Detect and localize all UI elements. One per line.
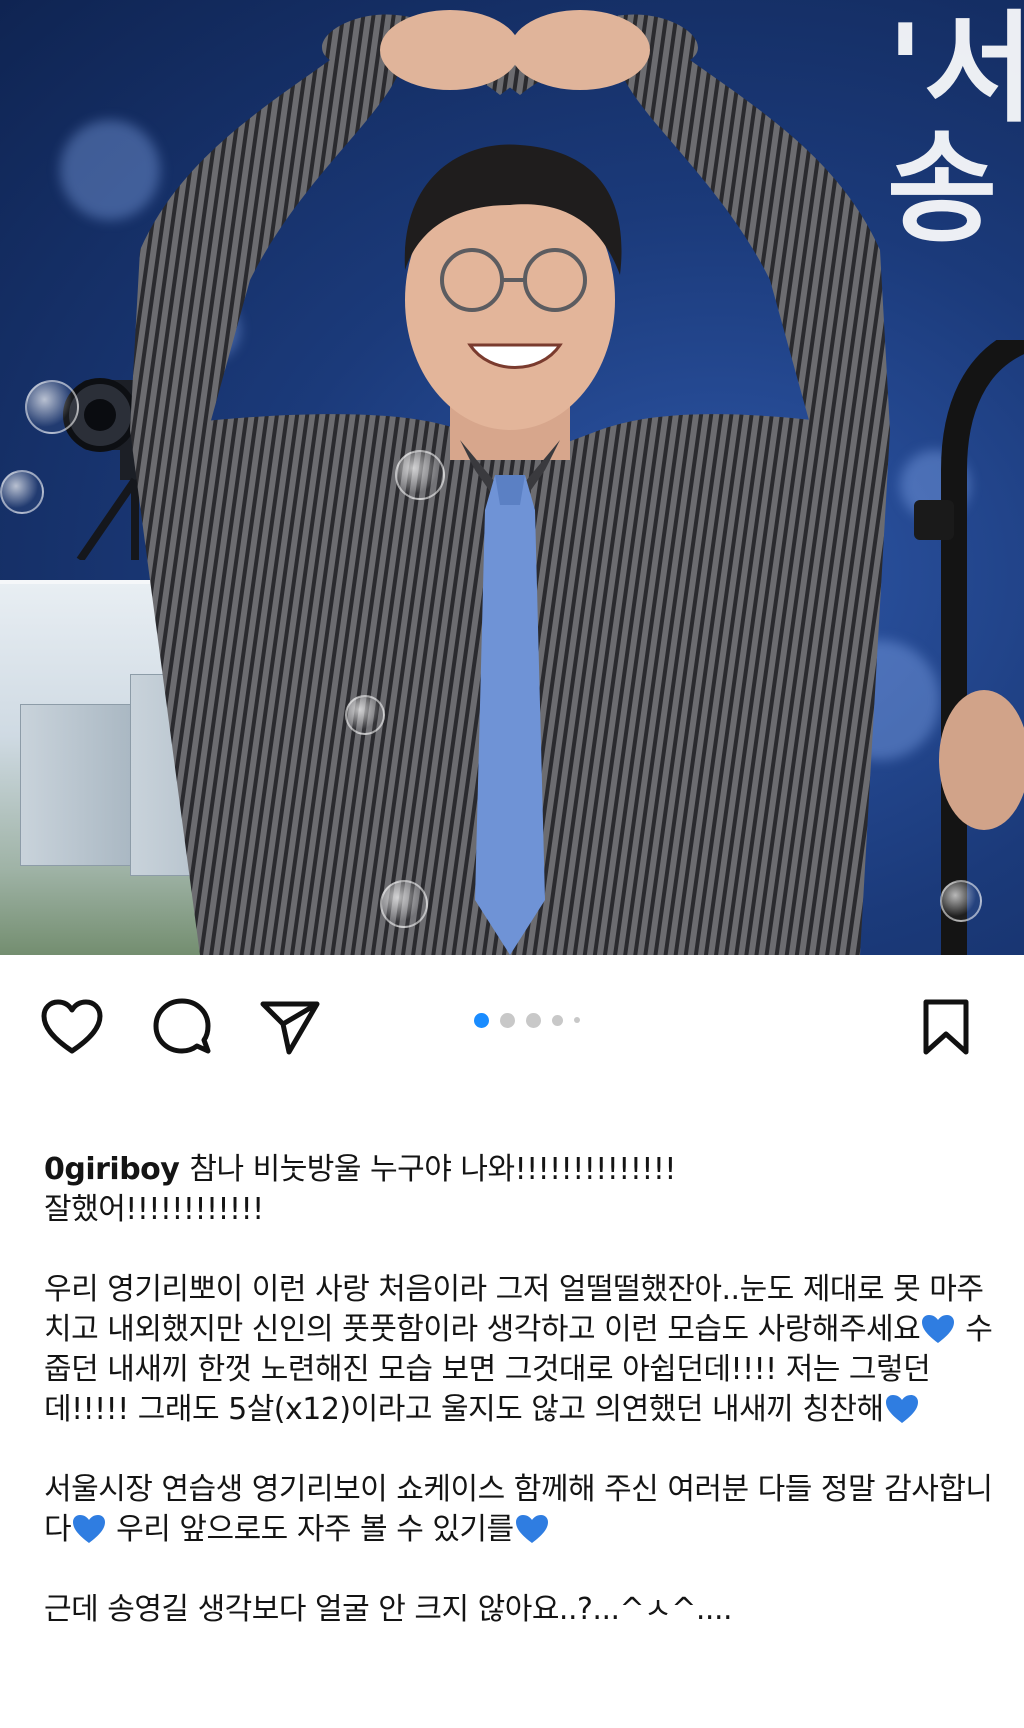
carousel-indicator [474, 1012, 580, 1028]
paper-plane-icon [260, 1001, 320, 1055]
carousel-dot [526, 1012, 541, 1028]
carousel-dot [500, 1012, 515, 1028]
caption-text: 우리 앞으로도 자주 볼 수 있기를 [107, 1512, 514, 1547]
blue-heart-icon [73, 1515, 106, 1543]
caption-text: 잘했어!!!!!!!!!!!! [44, 1192, 264, 1227]
caption-text: 우리 영기리뽀이 이런 사랑 처음이라 그저 얼떨떨했잔아..눈도 제대로 못 … [44, 1272, 984, 1347]
username-link[interactable]: 0giriboy [44, 1152, 180, 1187]
like-button[interactable] [38, 993, 106, 1061]
soap-bubble [0, 470, 44, 514]
soap-bubble [940, 880, 982, 922]
share-button[interactable] [256, 993, 324, 1061]
caption-paragraph: 근데 송영길 생각보다 얼굴 안 크지 않아요..?...^ㅅ^.... [44, 1590, 994, 1630]
caption-paragraph: 0giriboy 참나 비눗방울 누구야 나와!!!!!!!!!!!!!! 잘했어… [44, 1150, 994, 1230]
soap-bubble [395, 450, 445, 500]
carousel-dot-active [474, 1012, 489, 1028]
caption-paragraph: 우리 영기리뽀이 이런 사랑 처음이라 그저 얼떨떨했잔아..눈도 제대로 못 … [44, 1270, 994, 1430]
post-photo[interactable]: '서 송 [0, 0, 1024, 955]
soap-bubble [380, 880, 428, 928]
save-button[interactable] [912, 993, 980, 1061]
caption-text: 참나 비눗방울 누구야 나와!!!!!!!!!!!!!! [189, 1152, 676, 1187]
carousel-dot [574, 1017, 580, 1023]
soap-bubble [25, 380, 79, 434]
speech-bubble-icon [153, 998, 211, 1054]
post-caption: 0giriboy 참나 비눗방울 누구야 나와!!!!!!!!!!!!!! 잘했어… [44, 1150, 994, 1670]
caption-paragraph: 서울시장 연습생 영기리보이 쇼케이스 함께해 주신 여러분 다들 정말 감사합… [44, 1470, 994, 1550]
stand-pole [914, 340, 1024, 955]
soap-bubble [345, 695, 385, 735]
carousel-dot [552, 1014, 563, 1026]
person-heart-pose [130, 10, 890, 955]
blue-heart-icon [515, 1515, 548, 1543]
blue-heart-icon [922, 1315, 955, 1343]
heart-outline-icon [41, 999, 103, 1054]
comment-button[interactable] [148, 993, 216, 1061]
caption-text: 근데 송영길 생각보다 얼굴 안 크지 않아요..?...^ㅅ^.... [44, 1592, 733, 1627]
bookmark-icon [923, 999, 969, 1055]
blue-heart-icon [885, 1395, 918, 1423]
